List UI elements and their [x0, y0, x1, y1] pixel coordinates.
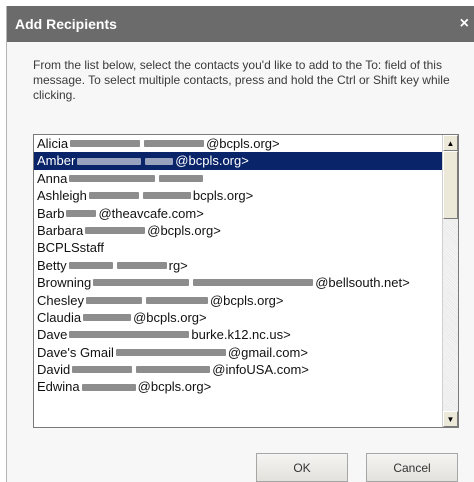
- contact-row[interactable]: David @infoUSA.com>: [34, 361, 442, 378]
- contact-row[interactable]: Dave burke.k12.nc.us>: [34, 326, 442, 343]
- contact-email-tail: @bcpls.org>: [206, 136, 280, 151]
- contact-name: Amber: [37, 153, 76, 169]
- scroll-up-button[interactable]: ▲: [443, 135, 458, 151]
- redacted-block: [88, 192, 139, 200]
- redacted-block: [136, 366, 211, 374]
- redacted-block: [159, 174, 204, 182]
- contact-row[interactable]: Betty rg>: [34, 257, 442, 274]
- contact-name: David: [37, 362, 71, 378]
- contact-email-tail: @bcpls.org>: [147, 222, 221, 238]
- redacted-block: [83, 314, 132, 322]
- redacted-block: [72, 366, 133, 374]
- contact-name: Dave: [37, 327, 68, 343]
- contact-email-tail: @theavcafe.com>: [98, 205, 204, 221]
- contact-email-tail: rg>: [168, 257, 188, 273]
- add-recipients-dialog: Add Recipients × From the list below, se…: [6, 6, 474, 482]
- contact-email-tail: @bcpls.org>: [209, 292, 284, 308]
- contact-email-tail: @infoUSA.com>: [212, 362, 309, 378]
- redacted-block: [116, 261, 167, 269]
- redacted-block: [77, 157, 142, 165]
- redacted-block: [93, 279, 190, 287]
- redacted-block: [145, 157, 174, 165]
- cancel-button[interactable]: Cancel: [366, 453, 458, 482]
- redacted-block: [115, 348, 226, 356]
- contact-name: Edwina: [37, 379, 80, 395]
- scroll-down-button[interactable]: ▼: [443, 411, 458, 427]
- redacted-block: [145, 296, 208, 304]
- contact-name: Ashleigh: [37, 188, 87, 204]
- contact-row[interactable]: Amber @bcpls.org>: [34, 152, 442, 170]
- redacted-block: [69, 174, 156, 182]
- redacted-block: [142, 192, 191, 200]
- redacted-block: [85, 296, 142, 304]
- triangle-down-icon: ▼: [446, 414, 455, 424]
- contact-row[interactable]: BCPLSstaff: [34, 239, 442, 256]
- contact-row[interactable]: Edwina @bcpls.org>: [34, 378, 442, 395]
- contact-email-tail: @bellsouth.net>: [315, 275, 410, 291]
- contact-name: Dave's Gmail: [37, 344, 114, 360]
- contact-row[interactable]: Browning @bellsouth.net>: [34, 274, 442, 291]
- contact-row[interactable]: Dave's Gmail @gmail.com>: [34, 344, 442, 361]
- redacted-block: [66, 209, 97, 217]
- instructions-text: From the list below, select the contacts…: [33, 58, 450, 102]
- contact-email-tail: @bcpls.org>: [137, 379, 212, 395]
- contact-row[interactable]: Alicia @bcpls.org>: [34, 135, 442, 152]
- redacted-block: [69, 331, 190, 339]
- contact-email-tail: @gmail.com>: [227, 344, 308, 360]
- dialog-title: Add Recipients: [15, 16, 117, 32]
- contact-row[interactable]: Anna: [34, 170, 442, 187]
- contact-name: Chesley: [37, 292, 84, 308]
- contact-name: Betty: [37, 257, 67, 273]
- contact-name: Anna: [37, 170, 68, 186]
- close-icon[interactable]: ×: [460, 16, 469, 32]
- redacted-block: [85, 227, 146, 235]
- contact-email-tail: @bcpls.org>: [133, 309, 207, 325]
- contact-name: Browning: [37, 275, 92, 291]
- contact-email-tail: @bcpls.org>: [175, 153, 249, 169]
- contact-name: Alicia: [37, 136, 69, 151]
- contact-email-tail: burke.k12.nc.us>: [191, 327, 291, 343]
- contacts-list: Alicia @bcpls.org> Amber @bcpls.org> Anna Ash…: [34, 135, 442, 396]
- contact-name: Claudia: [37, 309, 82, 325]
- contact-email-tail: bcpls.org>: [192, 188, 254, 204]
- contacts-listbox[interactable]: Alicia @bcpls.org> Amber @bcpls.org> Anna Ash…: [33, 134, 459, 428]
- contact-row[interactable]: Barbara @bcpls.org>: [34, 222, 442, 239]
- redacted-block: [193, 279, 314, 287]
- scrollbar-thumb[interactable]: [443, 151, 458, 219]
- contact-row[interactable]: Chesley @bcpls.org>: [34, 292, 442, 309]
- redacted-block: [68, 261, 113, 269]
- redacted-block: [70, 140, 141, 148]
- redacted-block: [81, 383, 136, 391]
- dialog-titlebar: Add Recipients ×: [7, 6, 474, 42]
- contact-name: BCPLSstaff: [37, 240, 104, 256]
- contact-row[interactable]: Barb @theavcafe.com>: [34, 205, 442, 222]
- triangle-up-icon: ▲: [446, 138, 455, 148]
- redacted-block: [144, 140, 205, 148]
- contact-name: Barb: [37, 205, 65, 221]
- contact-row[interactable]: Ashleigh bcpls.org>: [34, 187, 442, 204]
- scrollbar[interactable]: ▲ ▼: [442, 135, 458, 427]
- ok-button[interactable]: OK: [256, 453, 348, 482]
- contact-row[interactable]: Claudia @bcpls.org>: [34, 309, 442, 326]
- contact-name: Barbara: [37, 222, 84, 238]
